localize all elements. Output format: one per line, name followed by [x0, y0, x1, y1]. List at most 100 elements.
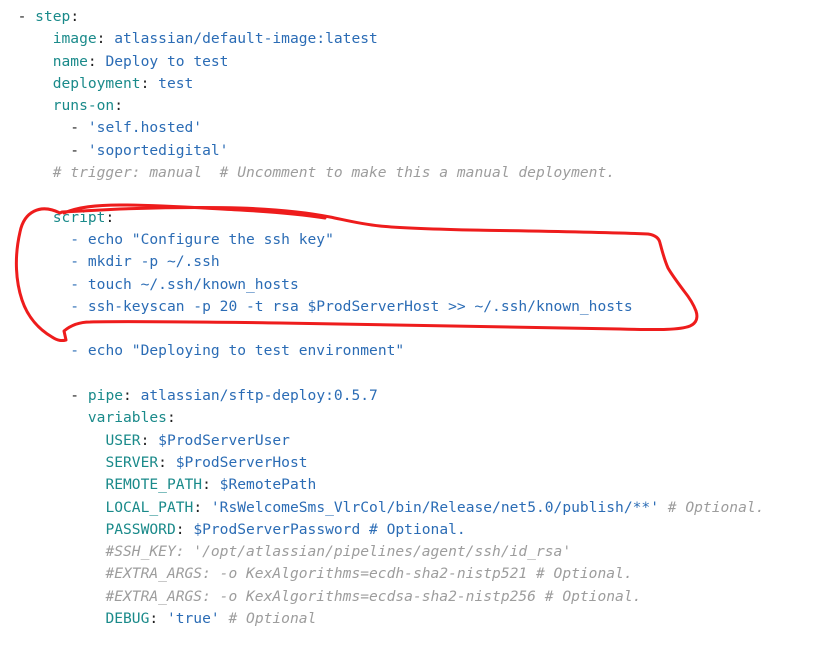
code-token: script: [53, 209, 106, 226]
code-token: :: [70, 8, 79, 25]
line-indent: [0, 209, 53, 226]
code-token: 'self.hosted': [88, 119, 202, 136]
line-indent: [0, 499, 105, 516]
line-indent: [0, 387, 70, 404]
code-line[interactable]: # trigger: manual # Uncomment to make th…: [0, 162, 828, 184]
code-token: :: [202, 476, 220, 493]
line-indent: [0, 97, 53, 114]
code-line[interactable]: - step:: [0, 6, 828, 28]
code-token: 'true': [167, 610, 220, 627]
line-indent: [0, 432, 105, 449]
line-indent: [0, 142, 70, 159]
code-line[interactable]: SERVER: $ProdServerHost: [0, 452, 828, 474]
code-token: # Optional.: [659, 499, 764, 516]
code-token: -: [18, 8, 36, 25]
code-token: - mkdir -p ~/.ssh: [70, 253, 219, 270]
code-line[interactable]: REMOTE_PATH: $RemotePath: [0, 474, 828, 496]
code-token: $ProdServerUser: [158, 432, 290, 449]
code-token: DEBUG: [105, 610, 149, 627]
code-line[interactable]: - echo "Deploying to test environment": [0, 340, 828, 362]
code-editor-pane[interactable]: - step: image: atlassian/default-image:l…: [0, 0, 828, 672]
code-token: :: [105, 209, 114, 226]
code-token: :: [114, 97, 123, 114]
code-line[interactable]: USER: $ProdServerUser: [0, 430, 828, 452]
code-line[interactable]: #SSH_KEY: '/opt/atlassian/pipelines/agen…: [0, 541, 828, 563]
code-token: #SSH_KEY: '/opt/atlassian/pipelines/agen…: [105, 543, 571, 560]
code-line[interactable]: PASSWORD: $ProdServerPassword # Optional…: [0, 519, 828, 541]
code-line[interactable]: runs-on:: [0, 95, 828, 117]
code-token: # Optional: [220, 610, 317, 627]
line-indent: [0, 543, 105, 560]
code-token: :: [141, 75, 159, 92]
code-line[interactable]: script:: [0, 207, 828, 229]
code-token: - touch ~/.ssh/known_hosts: [70, 276, 298, 293]
code-token: 'RsWelcomeSms_VlrCol/bin/Release/net5.0/…: [211, 499, 659, 516]
code-line[interactable]: deployment: test: [0, 73, 828, 95]
code-token: USER: [105, 432, 140, 449]
line-indent: [0, 164, 53, 181]
code-token: deployment: [53, 75, 141, 92]
line-indent: [0, 119, 70, 136]
code-token: :: [123, 387, 141, 404]
code-line[interactable]: - ssh-keyscan -p 20 -t rsa $ProdServerHo…: [0, 296, 828, 318]
code-token: REMOTE_PATH: [105, 476, 202, 493]
code-token: -: [70, 142, 88, 159]
code-token: runs-on: [53, 97, 115, 114]
line-indent: [0, 75, 53, 92]
code-token: :: [167, 409, 176, 426]
code-line[interactable]: variables:: [0, 407, 828, 429]
line-indent: [0, 298, 70, 315]
line-indent: [0, 8, 18, 25]
code-token: #EXTRA_ARGS: -o KexAlgorithms=ecdsa-sha2…: [105, 588, 641, 605]
code-token: image: [53, 30, 97, 47]
line-indent: [0, 610, 105, 627]
code-line[interactable]: - 'soportedigital': [0, 140, 828, 162]
code-token: atlassian/sftp-deploy:0.5.7: [141, 387, 378, 404]
code-line[interactable]: [0, 318, 828, 340]
yaml-code-block[interactable]: - step: image: atlassian/default-image:l…: [0, 6, 828, 630]
line-indent: [0, 409, 88, 426]
line-indent: [0, 253, 70, 270]
line-indent: [0, 565, 105, 582]
code-line[interactable]: [0, 363, 828, 385]
code-token: atlassian/default-image:latest: [114, 30, 378, 47]
code-token: - echo "Deploying to test environment": [70, 342, 404, 359]
code-token: # trigger: manual # Uncomment to make th…: [53, 164, 615, 181]
code-token: variables: [88, 409, 167, 426]
code-line[interactable]: [0, 184, 828, 206]
code-token: Deploy to test: [105, 53, 228, 70]
code-token: :: [176, 521, 194, 538]
code-token: :: [149, 610, 167, 627]
code-token: step: [35, 8, 70, 25]
code-token: 'soportedigital': [88, 142, 229, 159]
code-token: PASSWORD: [105, 521, 175, 538]
code-token: $RemotePath: [220, 476, 317, 493]
code-line[interactable]: image: atlassian/default-image:latest: [0, 28, 828, 50]
code-token: # Optional.: [360, 521, 465, 538]
code-line[interactable]: - touch ~/.ssh/known_hosts: [0, 274, 828, 296]
code-token: $ProdServerPassword: [193, 521, 360, 538]
code-line[interactable]: #EXTRA_ARGS: -o KexAlgorithms=ecdsa-sha2…: [0, 586, 828, 608]
code-line[interactable]: name: Deploy to test: [0, 51, 828, 73]
code-token: -: [70, 387, 88, 404]
line-indent: [0, 476, 105, 493]
code-line[interactable]: - pipe: atlassian/sftp-deploy:0.5.7: [0, 385, 828, 407]
code-line[interactable]: - mkdir -p ~/.ssh: [0, 251, 828, 273]
code-line[interactable]: #EXTRA_ARGS: -o KexAlgorithms=ecdh-sha2-…: [0, 563, 828, 585]
code-line[interactable]: - echo "Configure the ssh key": [0, 229, 828, 251]
line-indent: [0, 30, 53, 47]
code-token: :: [97, 30, 115, 47]
line-indent: [0, 521, 105, 538]
line-indent: [0, 276, 70, 293]
line-indent: [0, 231, 70, 248]
code-token: SERVER: [105, 454, 158, 471]
code-line[interactable]: LOCAL_PATH: 'RsWelcomeSms_VlrCol/bin/Rel…: [0, 497, 828, 519]
line-indent: [0, 342, 70, 359]
line-indent: [0, 53, 53, 70]
code-token: LOCAL_PATH: [105, 499, 193, 516]
code-token: pipe: [88, 387, 123, 404]
code-token: :: [88, 53, 106, 70]
code-line[interactable]: DEBUG: 'true' # Optional: [0, 608, 828, 630]
code-token: - ssh-keyscan -p 20 -t rsa $ProdServerHo…: [70, 298, 632, 315]
code-line[interactable]: - 'self.hosted': [0, 117, 828, 139]
